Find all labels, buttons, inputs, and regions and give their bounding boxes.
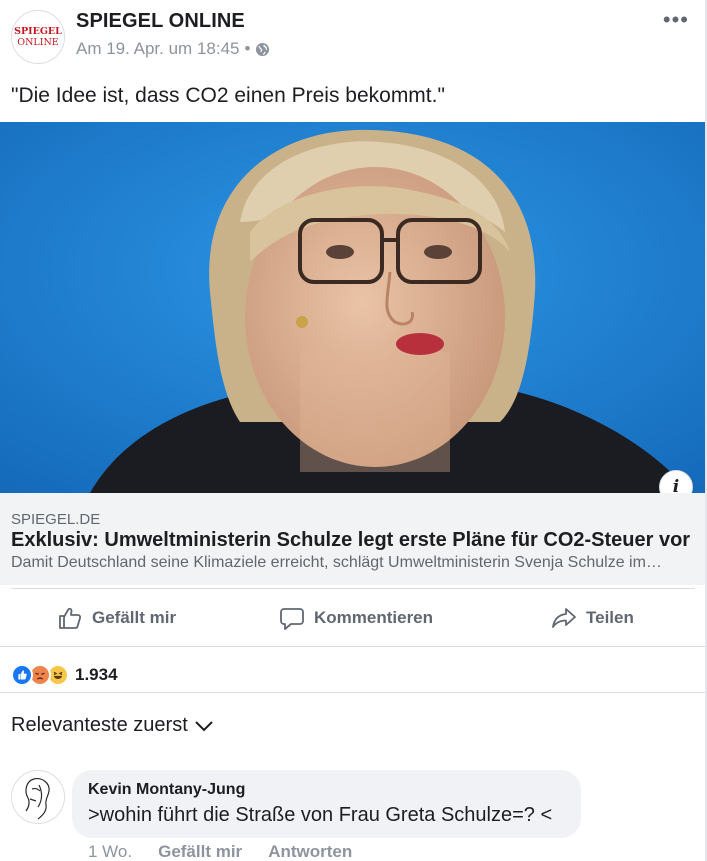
chevron-down-icon: [195, 720, 213, 731]
comment-icon: [280, 608, 304, 630]
logo-text-top: SPIEGEL: [14, 26, 62, 37]
link-preview-text[interactable]: SPIEGEL.DE Exklusiv: Umweltministerin Sc…: [0, 493, 707, 585]
post-header: SPIEGEL ONLINE SPIEGEL ONLINE Am 19. Apr…: [0, 0, 707, 72]
thumbs-up-icon: [59, 607, 82, 629]
comment-sort-dropdown[interactable]: Relevanteste zuerst: [11, 714, 214, 737]
link-description: Damit Deutschland seine Klimaziele errei…: [11, 554, 662, 571]
comment-label: Kommentieren: [314, 608, 434, 627]
like-button[interactable]: Gefällt mir: [57, 590, 176, 646]
more-options-icon[interactable]: •••: [663, 9, 689, 31]
divider: [0, 692, 707, 693]
meta-separator: •: [244, 39, 251, 58]
post-meta: Am 19. Apr. um 18:45 •: [76, 39, 270, 59]
comment-reply-button[interactable]: Antworten: [268, 842, 352, 861]
share-label: Teilen: [586, 608, 634, 627]
page-avatar[interactable]: SPIEGEL ONLINE: [11, 10, 65, 64]
portrait-photo: [0, 122, 707, 493]
avatar[interactable]: [11, 770, 65, 824]
logo-text-bottom: ONLINE: [17, 37, 58, 48]
comment-age[interactable]: 1 Wo.: [88, 842, 132, 861]
page-name[interactable]: SPIEGEL ONLINE: [76, 10, 245, 33]
comment-button[interactable]: Kommentieren: [279, 590, 433, 646]
globe-icon: [256, 42, 270, 56]
comment-author[interactable]: Kevin Montany-Jung: [88, 781, 245, 799]
link-title: Exklusiv: Umweltministerin Schulze legt …: [11, 529, 691, 551]
reaction-count: 1.934: [75, 665, 118, 684]
spiegel-logo: SPIEGEL ONLINE: [12, 11, 64, 63]
post-timestamp[interactable]: Am 19. Apr. um 18:45: [76, 39, 239, 59]
link-preview-image[interactable]: [0, 122, 707, 493]
comment-actions: 1 Wo. Gefällt mir Antworten: [88, 842, 352, 861]
like-icon: [11, 664, 33, 686]
sort-label: Relevanteste zuerst: [11, 714, 188, 736]
divider: [11, 588, 695, 589]
comment-text: >wohin führt die Straße von Frau Greta S…: [88, 804, 553, 826]
divider: [0, 646, 707, 647]
share-icon: [552, 608, 576, 628]
post-action-bar: Gefällt mir Kommentieren Teilen: [0, 590, 707, 646]
post-text: "Die Idee ist, dass CO2 einen Preis beko…: [11, 84, 445, 107]
reaction-summary[interactable]: 1.934: [11, 662, 118, 688]
comment-bubble: Kevin Montany-Jung >wohin führt die Stra…: [72, 770, 581, 838]
link-domain: SPIEGEL.DE: [11, 511, 101, 528]
like-label: Gefällt mir: [92, 608, 177, 627]
avatar-sketch: [12, 771, 64, 823]
comment-like-button[interactable]: Gefällt mir: [158, 842, 242, 861]
share-button[interactable]: Teilen: [551, 590, 634, 646]
